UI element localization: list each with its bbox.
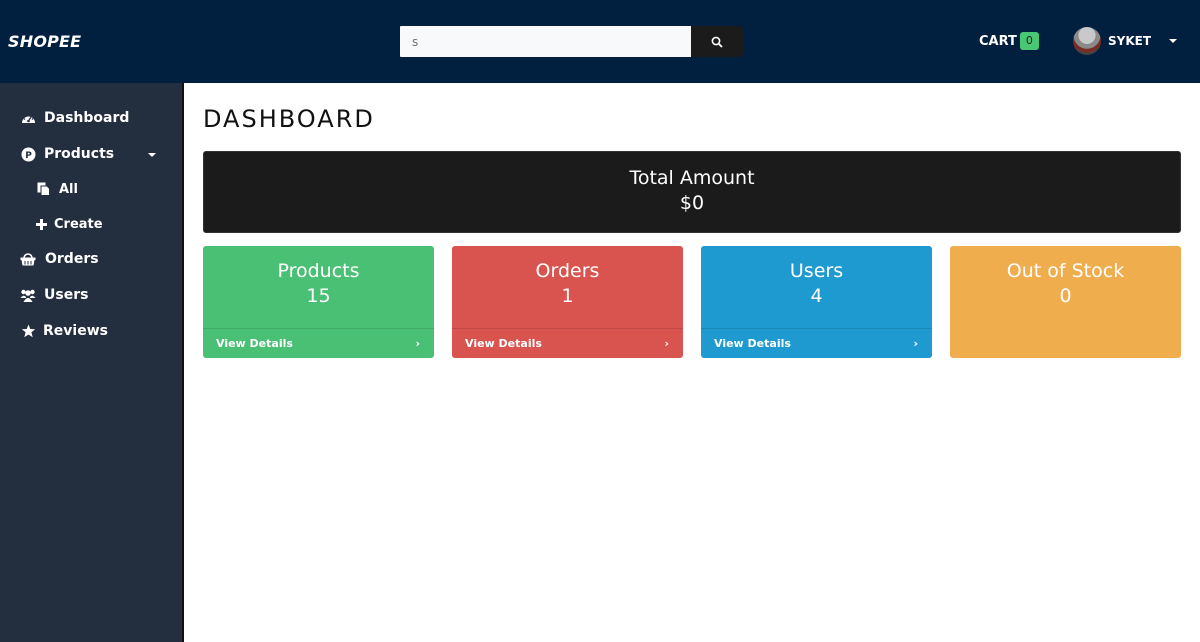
- product-icon: P: [20, 146, 36, 162]
- basket-icon: [20, 251, 36, 267]
- sidebar-item-label: Orders: [45, 251, 99, 267]
- card-title: Users: [789, 260, 844, 282]
- chevron-down-icon[interactable]: [148, 153, 156, 157]
- card-count: 15: [306, 285, 331, 307]
- search-bar: [400, 26, 743, 57]
- sidebar-item-label: Products: [44, 146, 115, 162]
- sidebar-item-orders[interactable]: Orders: [20, 251, 99, 267]
- chevron-right-icon: ›: [415, 337, 420, 350]
- sidebar-item-all-products[interactable]: All: [35, 181, 78, 197]
- sidebar-item-label: Users: [44, 287, 89, 303]
- orders-card: Orders 1 View Details ›: [452, 246, 683, 358]
- svg-text:P: P: [25, 151, 32, 161]
- copy-icon: [35, 181, 51, 197]
- total-amount-card: Total Amount $0: [203, 151, 1181, 233]
- sidebar-item-products[interactable]: P Products: [20, 146, 114, 162]
- out-of-stock-card: Out of Stock 0: [950, 246, 1181, 358]
- cart-label: CART: [979, 33, 1017, 49]
- top-navbar: SHOPEE CART 0 SYKET: [0, 0, 1200, 83]
- card-title: Orders: [535, 260, 600, 282]
- users-icon: [20, 287, 36, 303]
- sidebar-item-reviews[interactable]: Reviews: [20, 323, 108, 339]
- view-details-link[interactable]: View Details ›: [452, 328, 683, 358]
- sidebar-item-create-product[interactable]: Create: [35, 216, 103, 232]
- chevron-right-icon: ›: [664, 337, 669, 350]
- card-count: 0: [1059, 285, 1072, 307]
- card-count: 1: [561, 285, 574, 307]
- sidebar-item-label: Reviews: [43, 323, 108, 339]
- search-input[interactable]: [400, 26, 691, 57]
- view-details-label: View Details: [216, 337, 293, 350]
- view-details-link[interactable]: View Details ›: [203, 328, 434, 358]
- sidebar-item-label: Dashboard: [44, 110, 130, 126]
- caret-down-icon: [1169, 39, 1178, 43]
- view-details-label: View Details: [714, 337, 791, 350]
- search-button[interactable]: [691, 26, 743, 57]
- search-icon: [711, 36, 723, 48]
- products-card: Products 15 View Details ›: [203, 246, 434, 358]
- total-amount-value: $0: [679, 192, 705, 214]
- user-name: SYKET: [1108, 34, 1152, 48]
- sidebar-item-dashboard[interactable]: Dashboard: [20, 110, 129, 126]
- avatar: [1073, 27, 1101, 55]
- view-details-link[interactable]: View Details ›: [701, 328, 932, 358]
- sidebar: Dashboard P Products All Create Orders U…: [0, 83, 184, 642]
- total-amount-label: Total Amount: [629, 167, 755, 189]
- sidebar-item-users[interactable]: Users: [20, 287, 88, 303]
- star-icon: [20, 323, 36, 339]
- card-title: Out of Stock: [1006, 260, 1125, 282]
- view-details-label: View Details: [465, 337, 542, 350]
- cart-count-badge: 0: [1019, 32, 1039, 50]
- chevron-right-icon: ›: [913, 337, 918, 350]
- sidebar-item-label: All: [59, 181, 78, 197]
- users-card: Users 4 View Details ›: [701, 246, 932, 358]
- card-count: 4: [810, 285, 823, 307]
- user-menu[interactable]: SYKET: [1073, 27, 1178, 55]
- plus-icon: [35, 216, 47, 232]
- cart-link[interactable]: CART 0: [979, 32, 1039, 50]
- sidebar-item-label: Create: [54, 216, 103, 232]
- brand-logo[interactable]: SHOPEE: [8, 32, 81, 51]
- card-title: Products: [277, 260, 360, 282]
- dashboard-icon: [20, 110, 36, 126]
- page-title: DASHBOARD: [203, 105, 375, 133]
